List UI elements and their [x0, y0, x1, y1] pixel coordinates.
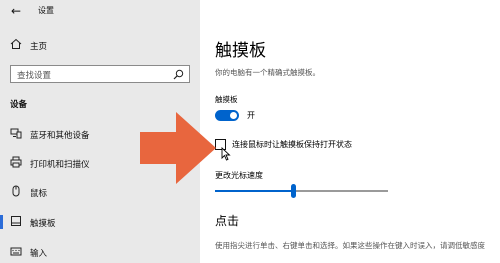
mouse-icon [12, 185, 20, 197]
sidebar-item-label: 主页 [30, 42, 48, 52]
cursor-speed-slider-fill [215, 190, 293, 192]
touchpad-icon [11, 216, 21, 226]
sidebar-item-label: 蓝牙和其他设备 [30, 131, 90, 141]
checkbox-label[interactable]: 连接鼠标时让触摸板保持打开状态 [232, 139, 352, 150]
sidebar-item-typing[interactable]: 输入 [0, 243, 200, 263]
selected-indicator [0, 215, 3, 229]
sidebar-item-mouse[interactable]: 鼠标 [0, 183, 200, 203]
sidebar-item-label: 打印机和扫描仪 [30, 160, 90, 170]
printer-icon [10, 156, 22, 168]
orange-arrow-annotation [140, 112, 216, 184]
mouse-pointer-icon [221, 147, 231, 161]
sidebar-item-label: 鼠标 [30, 189, 48, 199]
section-heading: 设备 [10, 100, 28, 110]
home-icon [10, 38, 22, 49]
page-description: 你的电脑有一个精确式触摸板。 [215, 68, 320, 77]
tap-section-title: 点击 [215, 214, 240, 228]
main-content: 触摸板 你的电脑有一个精确式触摸板。 触摸板 开 连接鼠标时让触摸板保持打开状态… [200, 0, 500, 263]
back-button[interactable]: ← [8, 3, 24, 19]
search-icon [173, 69, 184, 80]
sidebar-item-label: 触摸板 [30, 219, 56, 229]
toggle-knob [230, 112, 237, 119]
toggle-state: 开 [247, 111, 255, 120]
slider-label: 更改光标速度 [215, 171, 263, 180]
sidebar-item-label: 输入 [30, 249, 48, 259]
back-arrow-icon: ← [10, 4, 22, 18]
title-bar: ← 设置 [0, 0, 200, 24]
toggle-label: 触摸板 [215, 95, 238, 104]
tap-section-text: 使用指尖进行单击、右键单击和选择。如果这些操作在键入时误入，请调低敏感度 [215, 241, 485, 250]
search-placeholder: 查找设置 [17, 71, 52, 81]
keyboard-icon [10, 247, 22, 256]
search-input[interactable]: 查找设置 [10, 65, 190, 83]
cursor-speed-slider-thumb[interactable] [290, 184, 296, 198]
page-title: 触摸板 [215, 41, 266, 61]
touchpad-toggle[interactable] [215, 110, 239, 121]
sidebar-item-touchpad[interactable]: 触摸板 [0, 213, 200, 233]
app-title: 设置 [38, 6, 54, 15]
sidebar-item-home[interactable]: 主页 [0, 36, 200, 56]
bluetooth-devices-icon [10, 128, 22, 139]
